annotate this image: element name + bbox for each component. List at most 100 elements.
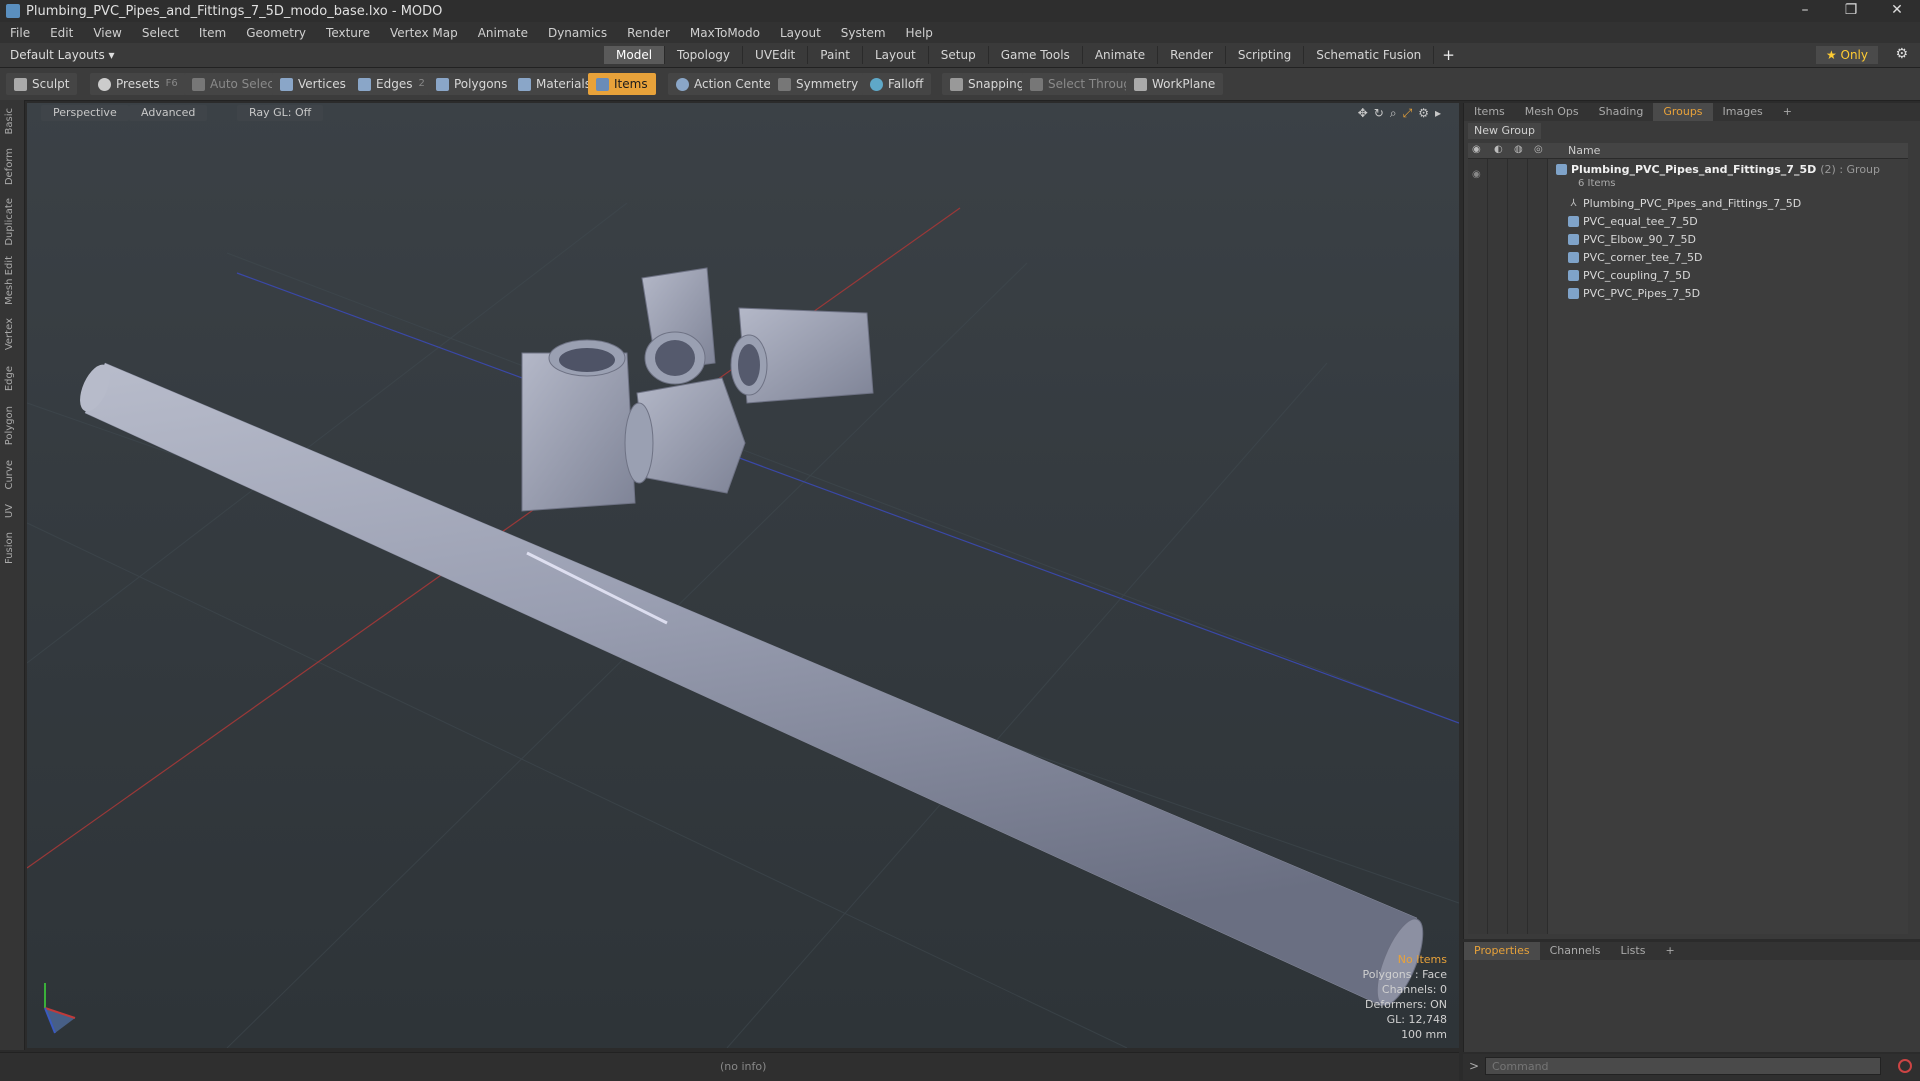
tab-duplicate[interactable]: Duplicate bbox=[4, 198, 20, 246]
tab-mesh-ops[interactable]: Mesh Ops bbox=[1515, 103, 1589, 121]
pvc-fittings-group[interactable] bbox=[521, 267, 874, 512]
tab-uv[interactable]: UV bbox=[4, 504, 20, 518]
polygons-button[interactable]: Polygons bbox=[428, 73, 516, 95]
presets-button[interactable]: Presets F6 bbox=[90, 73, 186, 95]
snapping-button[interactable]: Snapping bbox=[942, 73, 1033, 95]
group-visibility-eye-icon[interactable]: ◉ bbox=[1472, 169, 1481, 180]
tab-curve[interactable]: Curve bbox=[4, 460, 20, 490]
materials-button[interactable]: Materials bbox=[510, 73, 600, 95]
tab-render[interactable]: Render bbox=[1158, 46, 1226, 64]
tab-game-tools[interactable]: Game Tools bbox=[989, 46, 1083, 64]
menu-geometry[interactable]: Geometry bbox=[236, 26, 316, 40]
tab-fusion[interactable]: Fusion bbox=[4, 532, 20, 564]
tab-setup[interactable]: Setup bbox=[929, 46, 989, 64]
menu-render[interactable]: Render bbox=[617, 26, 680, 40]
tab-basic[interactable]: Basic bbox=[4, 108, 20, 134]
pvc-pipe-mesh[interactable] bbox=[74, 360, 1432, 1010]
perspective-button[interactable]: Perspective bbox=[41, 105, 129, 121]
viewport-info: No Items Polygons : Face Channels: 0 Def… bbox=[1362, 952, 1447, 1042]
list-item[interactable]: ⅄ Plumbing_PVC_Pipes_and_Fittings_7_5D bbox=[1568, 195, 1801, 212]
menu-dynamics[interactable]: Dynamics bbox=[538, 26, 617, 40]
tab-edge[interactable]: Edge bbox=[4, 366, 20, 391]
fit-view-icon[interactable]: ⤢ bbox=[1403, 106, 1413, 121]
move-view-icon[interactable]: ✥ bbox=[1358, 106, 1368, 121]
only-toggle[interactable]: ★ Only bbox=[1815, 46, 1878, 64]
3d-viewport[interactable]: Perspective Advanced Ray GL: Off ✥ ↻ ⌕ ⤢… bbox=[27, 103, 1459, 1048]
tab-schematic-fusion[interactable]: Schematic Fusion bbox=[1304, 46, 1435, 64]
tab-topology[interactable]: Topology bbox=[665, 46, 744, 64]
tab-scripting[interactable]: Scripting bbox=[1226, 46, 1305, 64]
menu-system[interactable]: System bbox=[831, 26, 896, 40]
tab-lists[interactable]: Lists bbox=[1611, 942, 1656, 960]
falloff-button[interactable]: Falloff bbox=[862, 73, 932, 95]
name-column-header[interactable]: Name bbox=[1568, 144, 1600, 157]
menu-maxtomodo[interactable]: MaxToModo bbox=[680, 26, 770, 40]
sculpt-button[interactable]: Sculpt bbox=[6, 73, 78, 95]
visibility-column-icon[interactable]: ◉ bbox=[1472, 144, 1481, 155]
tab-images[interactable]: Images bbox=[1713, 103, 1773, 121]
layout-tabs: Model Topology UVEdit Paint Layout Setup… bbox=[604, 46, 1463, 64]
add-bottom-tab-button[interactable]: + bbox=[1655, 942, 1684, 960]
group-item-count: 6 Items bbox=[1578, 178, 1616, 189]
new-group-button[interactable]: New Group bbox=[1468, 123, 1541, 139]
add-tab-button[interactable]: + bbox=[1434, 46, 1463, 64]
render-column-icon[interactable]: ◐ bbox=[1494, 144, 1503, 155]
menu-item[interactable]: Item bbox=[189, 26, 236, 40]
restore-button[interactable]: ❐ bbox=[1828, 0, 1874, 22]
menu-file[interactable]: File bbox=[0, 26, 40, 40]
auto-select-icon bbox=[192, 77, 205, 91]
snapping-icon bbox=[950, 77, 963, 91]
zoom-view-icon[interactable]: ⌕ bbox=[1390, 106, 1397, 121]
lock-column-icon[interactable]: ◍ bbox=[1514, 144, 1523, 155]
tab-model[interactable]: Model bbox=[604, 46, 666, 64]
viewport-menu-arrow-icon[interactable]: ▸ bbox=[1435, 106, 1441, 121]
menu-edit[interactable]: Edit bbox=[40, 26, 83, 40]
tab-properties[interactable]: Properties bbox=[1464, 942, 1540, 960]
tab-deform[interactable]: Deform bbox=[4, 148, 20, 185]
viewport-gear-icon[interactable]: ⚙ bbox=[1418, 106, 1429, 121]
symmetry-button[interactable]: Symmetry bbox=[770, 73, 867, 95]
list-item[interactable]: PVC_equal_tee_7_5D bbox=[1568, 213, 1698, 230]
tab-shading[interactable]: Shading bbox=[1589, 103, 1654, 121]
add-panel-tab-button[interactable]: + bbox=[1773, 103, 1802, 121]
items-button[interactable]: Items bbox=[588, 73, 656, 95]
workplane-button[interactable]: WorkPlane bbox=[1126, 73, 1224, 95]
menu-view[interactable]: View bbox=[83, 26, 131, 40]
list-item[interactable]: PVC_Elbow_90_7_5D bbox=[1568, 231, 1696, 248]
action-center-button[interactable]: Action Center bbox=[668, 73, 784, 95]
list-item[interactable]: PVC_coupling_7_5D bbox=[1568, 267, 1691, 284]
tab-animate[interactable]: Animate bbox=[1083, 46, 1159, 64]
menu-layout[interactable]: Layout bbox=[770, 26, 831, 40]
edges-button[interactable]: Edges 2 bbox=[350, 73, 433, 95]
list-item[interactable]: PVC_PVC_Pipes_7_5D bbox=[1568, 285, 1700, 302]
list-item[interactable]: PVC_corner_tee_7_5D bbox=[1568, 249, 1703, 266]
menu-select[interactable]: Select bbox=[132, 26, 189, 40]
gear-icon[interactable]: ⚙ bbox=[1895, 46, 1908, 62]
tab-polygon[interactable]: Polygon bbox=[4, 406, 20, 445]
tab-items[interactable]: Items bbox=[1464, 103, 1515, 121]
raygl-button[interactable]: Ray GL: Off bbox=[237, 105, 324, 121]
menu-vertex-map[interactable]: Vertex Map bbox=[380, 26, 468, 40]
tab-mesh-edit[interactable]: Mesh Edit bbox=[4, 256, 20, 305]
select-column-icon[interactable]: ◎ bbox=[1534, 144, 1543, 155]
tab-vertex[interactable]: Vertex bbox=[4, 318, 20, 350]
mesh-icon bbox=[1568, 288, 1579, 299]
menu-texture[interactable]: Texture bbox=[316, 26, 380, 40]
polygons-icon bbox=[436, 77, 449, 91]
minimize-button[interactable]: – bbox=[1782, 0, 1828, 22]
close-button[interactable]: ✕ bbox=[1874, 0, 1920, 22]
layout-selector[interactable]: Default Layouts ▾ bbox=[10, 46, 115, 64]
command-history-icon[interactable] bbox=[1898, 1059, 1912, 1073]
vertices-icon bbox=[280, 77, 293, 91]
command-input[interactable] bbox=[1485, 1057, 1881, 1075]
tab-groups[interactable]: Groups bbox=[1653, 103, 1713, 121]
menu-animate[interactable]: Animate bbox=[468, 26, 538, 40]
tab-uvedit[interactable]: UVEdit bbox=[743, 46, 809, 64]
advanced-button[interactable]: Advanced bbox=[129, 105, 208, 121]
tab-layout[interactable]: Layout bbox=[863, 46, 929, 64]
tab-paint[interactable]: Paint bbox=[808, 46, 863, 64]
polygons-info: Polygons : Face bbox=[1362, 968, 1447, 981]
rotate-view-icon[interactable]: ↻ bbox=[1374, 106, 1384, 121]
tab-channels[interactable]: Channels bbox=[1540, 942, 1611, 960]
menu-help[interactable]: Help bbox=[896, 26, 943, 40]
